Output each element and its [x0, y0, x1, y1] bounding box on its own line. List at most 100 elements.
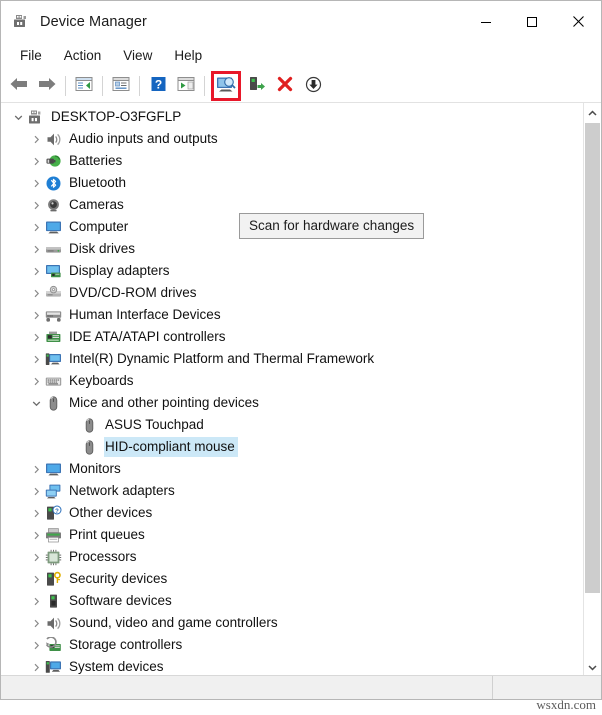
tree-item[interactable]: Security devices: [1, 568, 583, 590]
vertical-scrollbar[interactable]: [583, 103, 601, 675]
close-button[interactable]: [555, 1, 601, 42]
chevron-right-icon[interactable]: [28, 575, 45, 584]
show-hide-console-tree-button[interactable]: [70, 73, 98, 99]
tree-item[interactable]: DVD/CD-ROM drives: [1, 282, 583, 304]
tree-item[interactable]: Display adapters: [1, 260, 583, 282]
show-hide-action-pane-button[interactable]: [172, 73, 200, 99]
tree-item[interactable]: Batteries: [1, 150, 583, 172]
security-device-icon: [45, 571, 62, 588]
tree-item[interactable]: Intel(R) Dynamic Platform and Thermal Fr…: [1, 348, 583, 370]
disable-device-button[interactable]: [299, 73, 327, 99]
menu-item-view[interactable]: View: [112, 45, 163, 66]
scrollbar-track[interactable]: [584, 121, 601, 657]
tree-item[interactable]: ? Other devices: [1, 502, 583, 524]
help-question-icon: ?: [150, 76, 167, 95]
tree-item[interactable]: Processors: [1, 546, 583, 568]
chevron-right-icon[interactable]: [28, 641, 45, 650]
tree-item-label: Bluetooth: [69, 175, 127, 190]
chevron-right-icon[interactable]: [28, 157, 45, 166]
device-manager-icon: [12, 13, 30, 31]
chevron-right-icon[interactable]: [28, 487, 45, 496]
back-button[interactable]: [5, 73, 33, 99]
chevron-right-icon[interactable]: [28, 619, 45, 628]
menu-bar: File Action View Help: [1, 42, 601, 69]
chevron-right-icon[interactable]: [28, 333, 45, 342]
chevron-right-icon[interactable]: [28, 267, 45, 276]
tree-item[interactable]: Mice and other pointing devices: [1, 392, 583, 414]
maximize-button[interactable]: [509, 1, 555, 42]
tree-item-label: Processors: [69, 549, 137, 564]
chevron-right-icon[interactable]: [28, 355, 45, 364]
tree-item-label: ASUS Touchpad: [105, 417, 204, 432]
menu-item-action[interactable]: Action: [53, 45, 113, 66]
chevron-down-icon[interactable]: [28, 400, 45, 407]
uninstall-device-button[interactable]: [271, 73, 299, 99]
tree-item-label: Security devices: [69, 571, 168, 586]
tree-item[interactable]: System devices: [1, 656, 583, 675]
chevron-right-icon[interactable]: [28, 311, 45, 320]
chevron-right-icon[interactable]: [28, 531, 45, 540]
tree-item-label: Computer: [69, 219, 129, 234]
tree-item[interactable]: Print queues: [1, 524, 583, 546]
window-controls: [463, 1, 601, 42]
bluetooth-icon: [45, 175, 62, 192]
chevron-right-icon[interactable]: [28, 179, 45, 188]
tree-item-label: Disk drives: [69, 241, 136, 256]
tree-item[interactable]: IDE ATA/ATAPI controllers: [1, 326, 583, 348]
scroll-up-button[interactable]: [584, 103, 601, 121]
tree-item[interactable]: Human Interface Devices: [1, 304, 583, 326]
mouse-icon: [45, 395, 62, 412]
chevron-right-icon[interactable]: [28, 553, 45, 562]
tree-item[interactable]: Bluetooth: [1, 172, 583, 194]
tree-item-label: Monitors: [69, 461, 121, 476]
menu-item-help[interactable]: Help: [163, 45, 213, 66]
scroll-down-button[interactable]: [584, 657, 601, 675]
tree-item[interactable]: ASUS Touchpad: [1, 414, 583, 436]
tree-item[interactable]: Keyboards: [1, 370, 583, 392]
monitor-icon: [45, 219, 62, 236]
chevron-right-icon[interactable]: [28, 377, 45, 386]
chevron-down-icon[interactable]: [10, 114, 27, 121]
storage-controller-icon: [45, 636, 62, 654]
status-bar: [1, 675, 601, 699]
scan-for-hardware-changes-button[interactable]: [211, 70, 241, 101]
computer-root-icon: [27, 109, 44, 126]
tree-item[interactable]: Storage controllers: [1, 634, 583, 656]
device-tree[interactable]: DESKTOP-O3FGFLP Audio inputs and outputs B…: [1, 103, 583, 675]
chevron-right-icon[interactable]: [28, 223, 45, 232]
chevron-right-icon[interactable]: [28, 289, 45, 298]
tree-item[interactable]: Audio inputs and outputs: [1, 128, 583, 150]
minimize-button[interactable]: [463, 1, 509, 42]
forward-button[interactable]: [33, 73, 61, 99]
tree-item[interactable]: Disk drives: [1, 238, 583, 260]
tree-item[interactable]: Software devices: [1, 590, 583, 612]
chevron-right-icon[interactable]: [28, 597, 45, 606]
tree-item-label: Cameras: [69, 197, 124, 212]
battery-icon: [45, 153, 62, 170]
svg-text:?: ?: [154, 77, 161, 91]
help-button[interactable]: ?: [144, 73, 172, 99]
chevron-right-icon[interactable]: [28, 465, 45, 474]
tree-item[interactable]: DESKTOP-O3FGFLP: [1, 106, 583, 128]
properties-button[interactable]: [107, 73, 135, 99]
scrollbar-thumb[interactable]: [585, 123, 600, 593]
tree-item[interactable]: Monitors: [1, 458, 583, 480]
chevron-down-icon: [588, 659, 597, 674]
update-driver-button[interactable]: [243, 73, 271, 99]
chevron-right-icon[interactable]: [28, 509, 45, 518]
chevron-right-icon[interactable]: [28, 663, 45, 672]
tree-item[interactable]: HID-compliant mouse: [1, 436, 583, 458]
chevron-right-icon[interactable]: [28, 245, 45, 254]
tree-item[interactable]: Sound, video and game controllers: [1, 612, 583, 634]
chevron-right-icon[interactable]: [28, 201, 45, 210]
tree-item[interactable]: Network adapters: [1, 480, 583, 502]
hid-icon: [45, 307, 62, 324]
tree-item-label: HID-compliant mouse: [104, 437, 238, 457]
chevron-right-icon[interactable]: [28, 135, 45, 144]
tree-item-label: DESKTOP-O3FGFLP: [51, 109, 182, 124]
menu-item-file[interactable]: File: [9, 45, 53, 66]
toolbar-separator: [139, 75, 140, 96]
tree-item-label: Software devices: [69, 593, 172, 608]
system-device-icon: [45, 659, 62, 676]
tree-item-label: Intel(R) Dynamic Platform and Thermal Fr…: [69, 351, 375, 366]
